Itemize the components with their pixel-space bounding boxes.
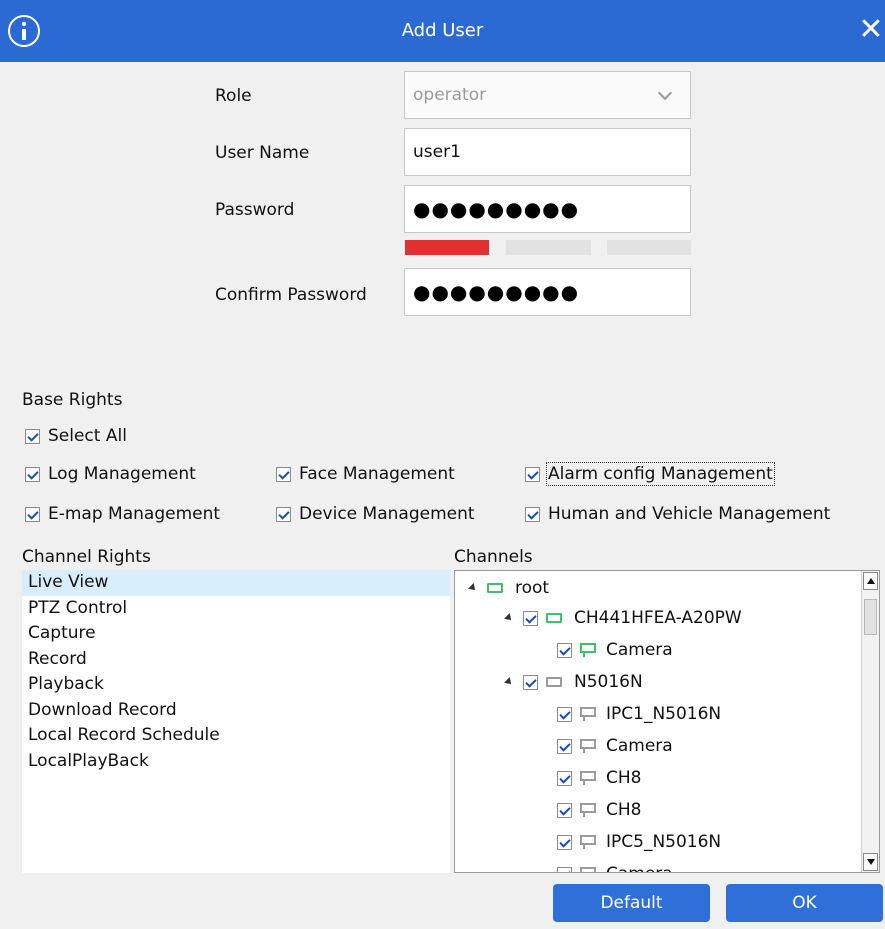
- emap-management-checkbox[interactable]: E-map Management: [25, 504, 220, 524]
- face-management-checkbox[interactable]: Face Management: [276, 464, 455, 484]
- username-label: User Name: [215, 143, 310, 163]
- checkbox-checked-icon: [25, 506, 40, 522]
- chevron-down-icon: [657, 85, 673, 101]
- ok-button[interactable]: OK: [726, 884, 883, 922]
- role-select[interactable]: operator: [404, 71, 691, 119]
- scroll-thumb[interactable]: [864, 599, 877, 635]
- role-value: operator: [413, 85, 487, 105]
- tree-node-camera[interactable]: Camera: [557, 635, 673, 665]
- checkbox-checked-icon[interactable]: [523, 610, 538, 626]
- human-vehicle-management-checkbox[interactable]: Human and Vehicle Management: [525, 504, 830, 524]
- default-button[interactable]: Default: [553, 884, 710, 922]
- password-strength-bar-2: [506, 240, 591, 255]
- tree-node-camera[interactable]: CH8: [557, 795, 641, 825]
- expand-arrow-icon[interactable]: [504, 677, 514, 687]
- rights-item-capture[interactable]: Capture: [22, 621, 450, 647]
- checkbox-checked-icon[interactable]: [557, 706, 572, 722]
- channel-rights-title: Channel Rights: [22, 547, 151, 567]
- tree-node-root[interactable]: root: [468, 573, 549, 603]
- tree-node-camera[interactable]: Camera: [557, 859, 673, 872]
- confirm-password-mask: ●●●●●●●●●: [413, 280, 580, 304]
- checkbox-checked-icon[interactable]: [557, 834, 572, 850]
- tree-node-camera[interactable]: IPC5_N5016N: [557, 827, 721, 857]
- checkbox-checked-icon[interactable]: [557, 738, 572, 754]
- checkbox-checked-icon: [276, 506, 291, 522]
- tree-node-device[interactable]: N5016N: [504, 667, 643, 697]
- camera-offline-icon: [580, 707, 596, 721]
- dialog-title: Add User: [401, 20, 484, 41]
- confirm-password-label: Confirm Password: [215, 285, 367, 305]
- device-management-checkbox[interactable]: Device Management: [276, 504, 475, 524]
- device-offline-icon: [546, 677, 562, 687]
- password-input[interactable]: ●●●●●●●●●: [404, 185, 691, 233]
- scroll-down-arrow-icon[interactable]: [863, 853, 878, 871]
- base-rights-title: Base Rights: [22, 390, 123, 410]
- rights-item-ptz-control[interactable]: PTZ Control: [22, 596, 450, 622]
- tree-node-device[interactable]: CH441HFEA-A20PW: [504, 603, 742, 633]
- rights-item-playback[interactable]: Playback: [22, 672, 450, 698]
- checkbox-checked-icon: [525, 506, 540, 522]
- checkbox-checked-icon[interactable]: [557, 802, 572, 818]
- checkbox-checked-icon: [276, 466, 291, 482]
- role-label: Role: [215, 86, 252, 106]
- camera-offline-icon: [580, 835, 596, 849]
- password-mask: ●●●●●●●●●: [413, 197, 580, 221]
- expand-arrow-icon[interactable]: [468, 583, 478, 593]
- select-all-checkbox[interactable]: Select All: [25, 426, 127, 446]
- checkbox-checked-icon[interactable]: [557, 866, 572, 872]
- channels-tree: root CH441HFEA-A20PW Camera N5016N IPC1_…: [454, 570, 880, 873]
- camera-offline-icon: [580, 771, 596, 785]
- scroll-up-arrow-icon[interactable]: [863, 572, 878, 590]
- channel-rights-list: Live View PTZ Control Capture Record Pla…: [22, 570, 450, 873]
- device-group-icon: [487, 583, 503, 593]
- rights-item-local-playback[interactable]: LocalPlayBack: [22, 749, 450, 775]
- camera-offline-icon: [580, 739, 596, 753]
- rights-item-live-view[interactable]: Live View: [22, 570, 450, 596]
- rights-item-record[interactable]: Record: [22, 647, 450, 673]
- close-icon[interactable]: ✕: [858, 12, 884, 48]
- rights-item-local-record-schedule[interactable]: Local Record Schedule: [22, 723, 450, 749]
- password-strength-bar-1: [405, 240, 489, 255]
- tree-node-camera[interactable]: CH8: [557, 763, 641, 793]
- password-label: Password: [215, 200, 295, 220]
- checkbox-checked-icon: [25, 428, 40, 444]
- title-bar: Add User ✕: [0, 0, 885, 62]
- confirm-password-input[interactable]: ●●●●●●●●●: [404, 268, 691, 316]
- password-strength-bar-3: [607, 240, 691, 255]
- checkbox-checked-icon[interactable]: [523, 674, 538, 690]
- channels-title: Channels: [454, 547, 533, 567]
- tree-node-camera[interactable]: Camera: [557, 731, 673, 761]
- checkbox-checked-icon: [25, 466, 40, 482]
- checkbox-checked-icon[interactable]: [557, 642, 572, 658]
- alarm-config-management-checkbox[interactable]: Alarm config Management: [525, 462, 775, 486]
- tree-node-camera[interactable]: IPC1_N5016N: [557, 699, 721, 729]
- checkbox-checked-icon: [525, 466, 540, 482]
- camera-offline-icon: [580, 803, 596, 817]
- tree-scrollbar[interactable]: [861, 571, 879, 872]
- log-management-checkbox[interactable]: Log Management: [25, 464, 196, 484]
- checkbox-checked-icon[interactable]: [557, 770, 572, 786]
- camera-offline-icon: [580, 867, 596, 872]
- expand-arrow-icon[interactable]: [504, 613, 514, 623]
- camera-online-icon: [580, 643, 596, 657]
- rights-item-download-record[interactable]: Download Record: [22, 698, 450, 724]
- device-online-icon: [546, 613, 562, 623]
- username-input[interactable]: [404, 128, 691, 176]
